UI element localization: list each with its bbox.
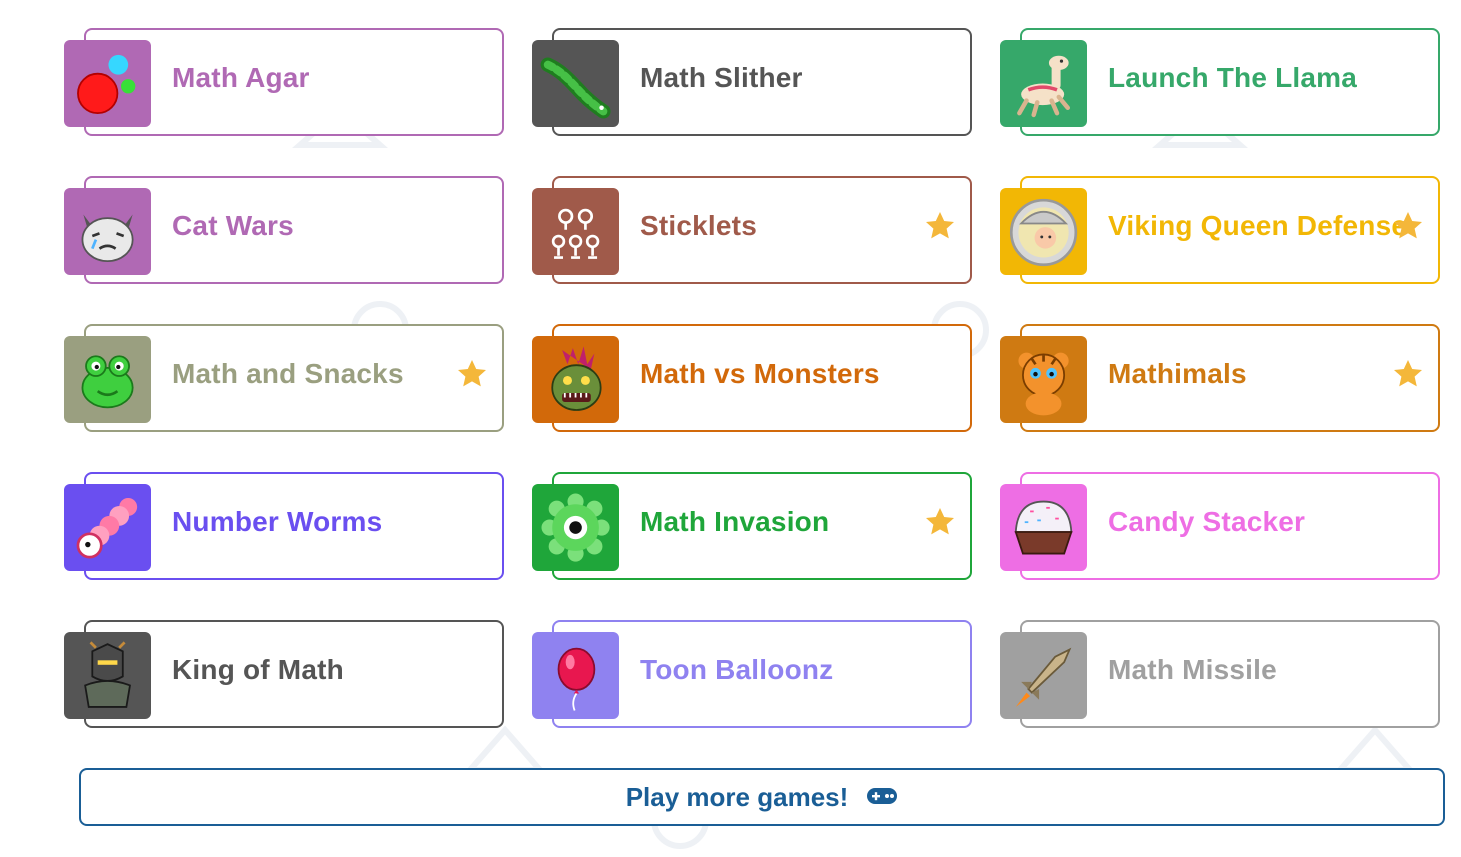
- rocket-icon[interactable]: [1000, 632, 1087, 719]
- game-card-math-and-snacks[interactable]: Math and Snacks: [64, 324, 504, 432]
- sticklets-icon[interactable]: [532, 188, 619, 275]
- star-icon: [1392, 358, 1424, 390]
- game-title[interactable]: King of Math: [172, 654, 344, 686]
- game-card-viking-queen-defense[interactable]: Viking Queen Defense: [1000, 176, 1440, 284]
- game-title[interactable]: Math Missile: [1108, 654, 1277, 686]
- agar-cells-icon[interactable]: [64, 40, 151, 127]
- game-title[interactable]: Viking Queen Defense: [1108, 210, 1407, 242]
- game-card-math-invasion[interactable]: Math Invasion: [532, 472, 972, 580]
- games-grid: Math Agar Math Slither Launch The Llama Cat…: [64, 28, 1440, 728]
- game-title[interactable]: Number Worms: [172, 506, 382, 538]
- game-card-number-worms[interactable]: Number Worms: [64, 472, 504, 580]
- balloon-icon[interactable]: [532, 632, 619, 719]
- game-card-math-agar[interactable]: Math Agar: [64, 28, 504, 136]
- cat-face-icon[interactable]: [64, 188, 151, 275]
- worm-icon[interactable]: [64, 484, 151, 571]
- game-title[interactable]: Launch The Llama: [1108, 62, 1357, 94]
- game-card-cat-wars[interactable]: Cat Wars: [64, 176, 504, 284]
- cupcake-icon[interactable]: [1000, 484, 1087, 571]
- game-title[interactable]: Toon Balloonz: [640, 654, 833, 686]
- game-card-toon-balloonz[interactable]: Toon Balloonz: [532, 620, 972, 728]
- game-card-sticklets[interactable]: Sticklets: [532, 176, 972, 284]
- game-title[interactable]: Sticklets: [640, 210, 757, 242]
- play-more-label: Play more games!: [625, 781, 849, 812]
- game-card-candy-stacker[interactable]: Candy Stacker: [1000, 472, 1440, 580]
- game-card-math-vs-monsters[interactable]: Math vs Monsters: [532, 324, 972, 432]
- game-title[interactable]: Candy Stacker: [1108, 506, 1305, 538]
- star-icon: [456, 358, 488, 390]
- tiger-cub-icon[interactable]: [1000, 336, 1087, 423]
- slither-snake-icon[interactable]: [532, 40, 619, 127]
- green-eye-icon[interactable]: [532, 484, 619, 571]
- llama-icon[interactable]: [1000, 40, 1087, 127]
- star-icon: [1392, 210, 1424, 242]
- monster-icon[interactable]: [532, 336, 619, 423]
- game-card-mathimals[interactable]: Mathimals: [1000, 324, 1440, 432]
- game-title[interactable]: Math vs Monsters: [640, 358, 880, 390]
- play-more-games-button[interactable]: Play more games!: [79, 768, 1445, 826]
- game-title[interactable]: Math Slither: [640, 62, 803, 94]
- game-title[interactable]: Cat Wars: [172, 210, 294, 242]
- game-card-math-missile[interactable]: Math Missile: [1000, 620, 1440, 728]
- viking-queen-icon[interactable]: [1000, 188, 1087, 275]
- knight-icon[interactable]: [64, 632, 151, 719]
- star-icon: [924, 210, 956, 242]
- game-card-launch-the-llama[interactable]: Launch The Llama: [1000, 28, 1440, 136]
- star-icon: [924, 506, 956, 538]
- gamepad-icon: [866, 782, 898, 813]
- frog-icon[interactable]: [64, 336, 151, 423]
- game-title[interactable]: Math and Snacks: [172, 358, 404, 390]
- game-card-math-slither[interactable]: Math Slither: [532, 28, 972, 136]
- game-card-king-of-math[interactable]: King of Math: [64, 620, 504, 728]
- game-title[interactable]: Mathimals: [1108, 358, 1247, 390]
- game-title[interactable]: Math Agar: [172, 62, 310, 94]
- game-title[interactable]: Math Invasion: [640, 506, 829, 538]
